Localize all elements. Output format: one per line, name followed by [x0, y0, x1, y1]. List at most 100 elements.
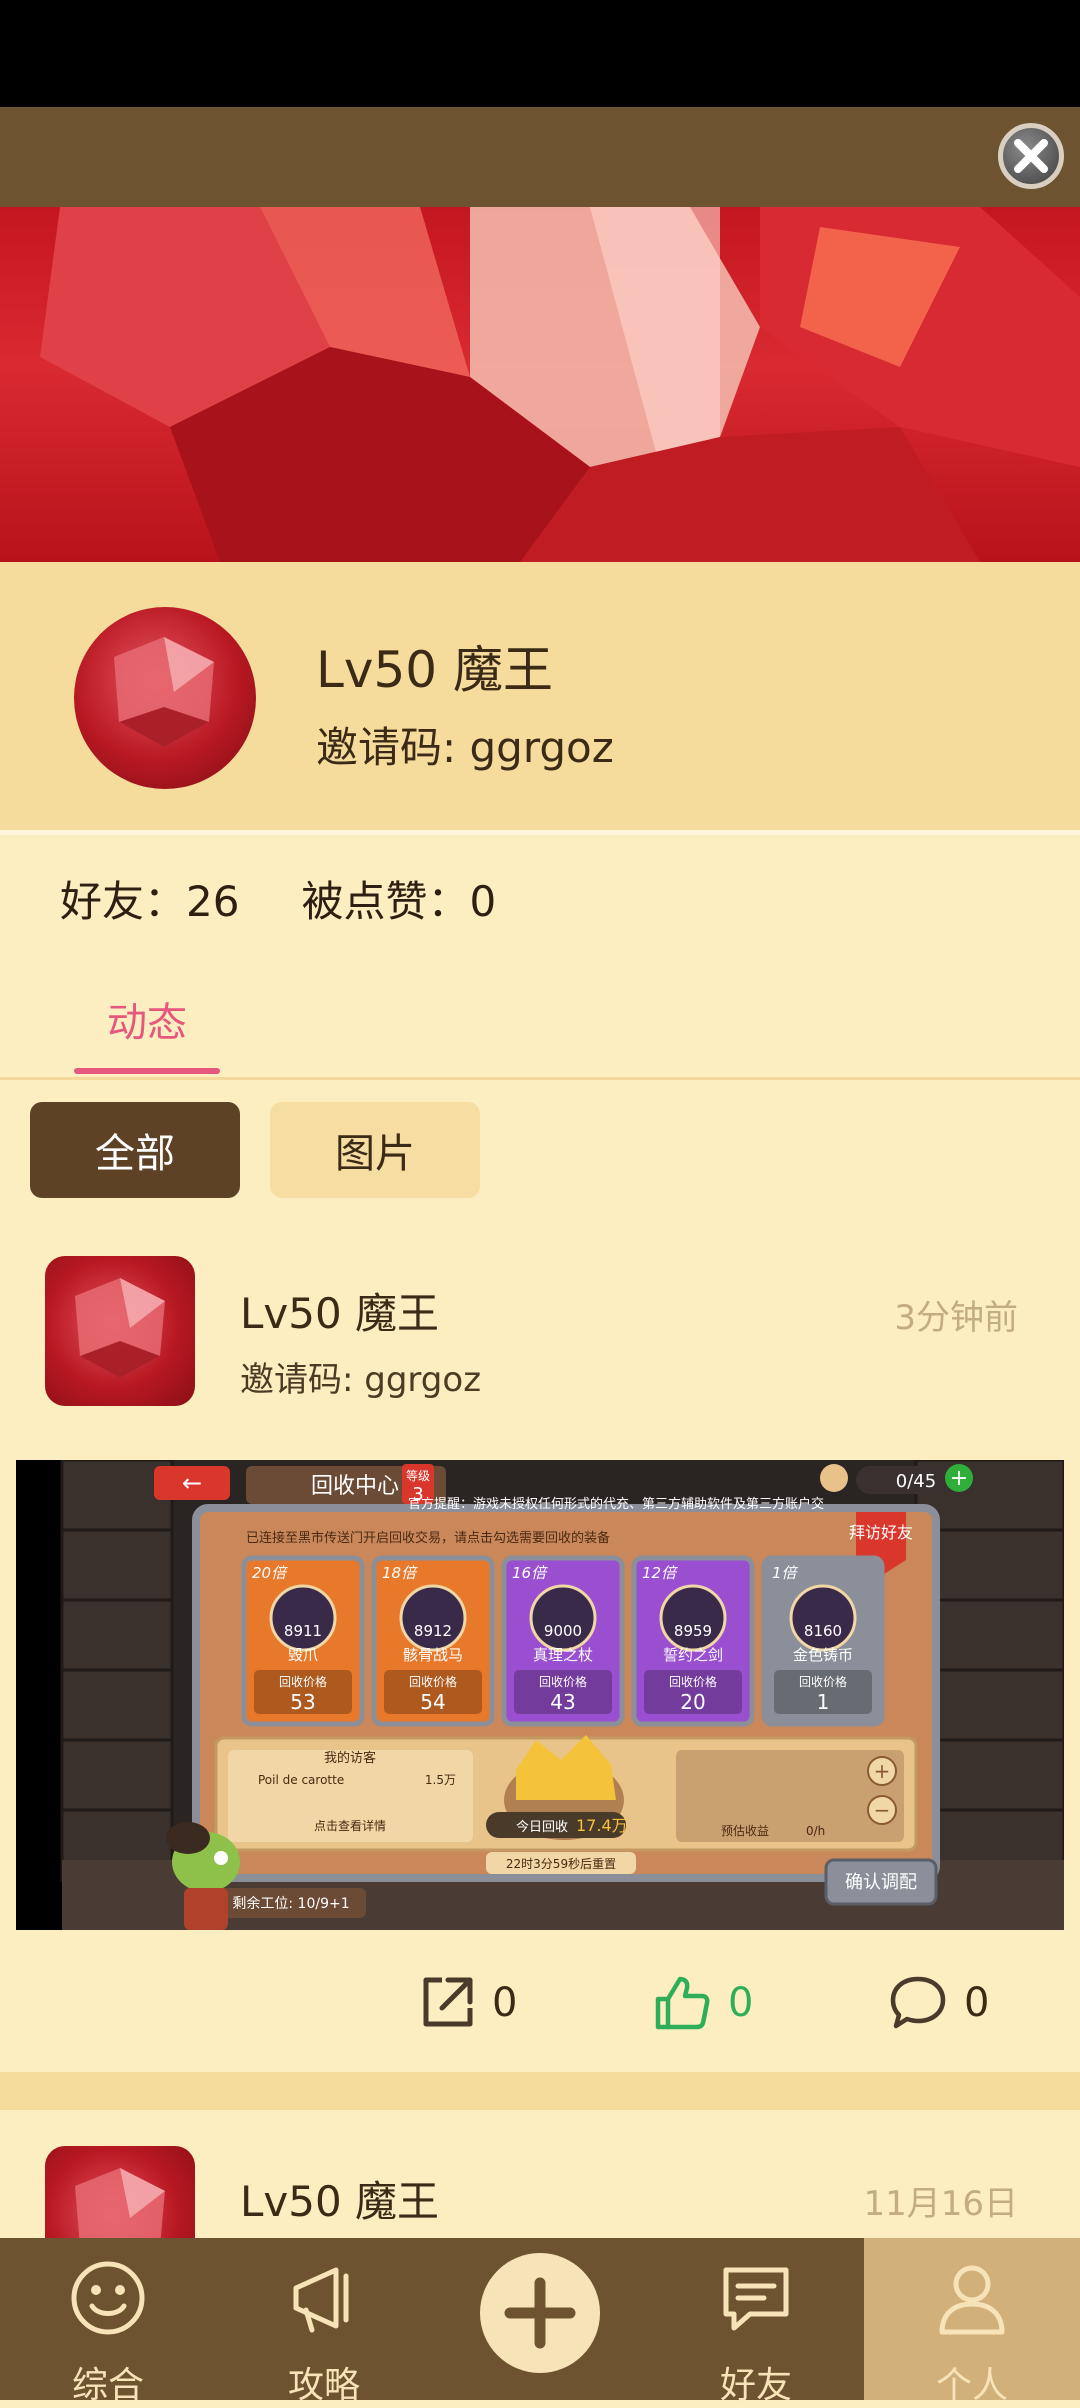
profile-stats: 好友：26 被点赞：0 [60, 868, 496, 929]
svg-text:回收中心: 回收中心 [311, 1474, 399, 1499]
svg-text:9000: 9000 [544, 1622, 582, 1640]
svg-text:54: 54 [420, 1690, 445, 1714]
banner-gem-art [40, 207, 1080, 562]
svg-text:22时3分59秒后重置: 22时3分59秒后重置 [506, 1857, 616, 1871]
svg-text:1倍: 1倍 [772, 1564, 799, 1582]
avatar[interactable] [74, 607, 256, 789]
like-count: 0 [728, 1980, 754, 2026]
svg-text:毁爪: 毁爪 [288, 1646, 318, 1664]
tab-label: 动态 [107, 1000, 187, 1046]
svg-text:誓约之剑: 誓约之剑 [663, 1646, 723, 1664]
svg-text:回收价格: 回收价格 [799, 1674, 847, 1689]
nav-guides[interactable]: 攻略 [216, 2238, 432, 2406]
svg-text:今日回收: 今日回收 [516, 1819, 568, 1835]
recycle-card[interactable]: 20倍 8911 毁爪回收价格53 [241, 1555, 365, 1727]
post-time: 11月16日 [863, 2184, 1018, 2224]
svg-text:已连接至黑市传送门开启回收交易，请点击勾选需要回收的装备: 已连接至黑市传送门开启回收交易，请点击勾选需要回收的装备 [246, 1530, 610, 1546]
svg-text:Poil de carotte: Poil de carotte [258, 1773, 344, 1787]
svg-text:8912: 8912 [414, 1622, 452, 1640]
post-author: Lv50 魔王 [240, 1289, 440, 1338]
filter-pictures-button[interactable]: 图片 [270, 1102, 480, 1198]
nav-label: 好友 [719, 2365, 792, 2406]
filter-all-button[interactable]: 全部 [30, 1102, 240, 1198]
svg-text:真理之杖: 真理之杖 [533, 1646, 593, 1664]
profile-name: Lv50 魔王 [316, 641, 553, 699]
svg-text:回收价格: 回收价格 [669, 1674, 717, 1689]
svg-text:骸骨战马: 骸骨战马 [403, 1646, 463, 1664]
invite-code[interactable]: 邀请码: ggrgoz [316, 714, 614, 775]
post-author: Lv50 魔王 [240, 2177, 440, 2226]
gem-avatar-icon [75, 1278, 165, 1378]
svg-text:16倍: 16倍 [512, 1564, 548, 1582]
svg-text:←: ← [182, 1469, 202, 1497]
svg-text:20: 20 [680, 1690, 705, 1714]
recycle-cards: 20倍8911毁爪回收价格5318倍8912骸骨战马回收价格5416倍9000真… [241, 1555, 885, 1727]
top-bar [0, 107, 1080, 207]
svg-text:43: 43 [550, 1690, 575, 1714]
nav-general[interactable]: 综合 [0, 2238, 216, 2406]
svg-text:1.5万: 1.5万 [425, 1773, 456, 1787]
comment-count: 0 [964, 1980, 990, 2026]
post-time: 3分钟前 [894, 1298, 1018, 1338]
svg-text:0/45: 0/45 [896, 1471, 936, 1492]
nav-label: 攻略 [287, 2365, 360, 2406]
post-avatar[interactable] [45, 1256, 195, 1406]
svg-text:等级: 等级 [406, 1469, 430, 1483]
recycle-card[interactable]: 16倍 9000 真理之杖回收价格43 [501, 1555, 625, 1727]
svg-text:18倍: 18倍 [382, 1564, 418, 1582]
gem-avatar-icon [114, 637, 214, 747]
divider [0, 830, 1080, 835]
game-screenshot: ← 回收中心 等级 3 官方提醒：游戏未授权任何形式的代充、第三方辅助软件及第三… [16, 1460, 1064, 1930]
tab-moments[interactable]: 动态 [74, 990, 220, 1074]
nav-label: 综合 [71, 2365, 144, 2406]
svg-text:12倍: 12倍 [642, 1564, 678, 1582]
nav-profile[interactable]: 个人 [864, 2238, 1080, 2406]
svg-text:−: − [874, 1798, 891, 1822]
nav-label: 个人 [935, 2365, 1008, 2406]
nav-friends[interactable]: 好友 [648, 2238, 864, 2406]
post-invite-code: 邀请码: ggrgoz [240, 1360, 482, 1400]
megaphone-icon [293, 2267, 349, 2333]
svg-text:53: 53 [290, 1690, 315, 1714]
status-bar [0, 0, 1080, 107]
chat-icon [723, 2267, 789, 2331]
bottom-nav: 综合 攻略 好友 个人 [0, 2238, 1080, 2406]
svg-text:1: 1 [817, 1690, 830, 1714]
recycle-card[interactable]: 18倍 8912 骸骨战马回收价格54 [371, 1555, 495, 1727]
close-button[interactable] [998, 123, 1064, 189]
friends-count[interactable]: 好友：26 [60, 868, 239, 929]
svg-text:8911: 8911 [284, 1622, 322, 1640]
svg-text:+: + [950, 1466, 968, 1491]
post-image[interactable]: ← 回收中心 等级 3 官方提醒：游戏未授权任何形式的代充、第三方辅助软件及第三… [16, 1460, 1064, 1930]
post-divider [0, 2072, 1080, 2110]
svg-text:17.4万: 17.4万 [576, 1816, 628, 1835]
svg-text:确认调配: 确认调配 [845, 1872, 917, 1893]
svg-text:+: + [874, 1759, 891, 1783]
tab-indicator [74, 1068, 220, 1074]
svg-text:预估收益: 预估收益 [721, 1824, 769, 1838]
share-count: 0 [492, 1980, 518, 2026]
svg-text:官方提醒：游戏未授权任何形式的代充、第三方辅助软件及第三方账: 官方提醒：游戏未授权任何形式的代充、第三方辅助软件及第三方账户交 [408, 1496, 824, 1512]
svg-text:8959: 8959 [674, 1622, 712, 1640]
svg-text:回收价格: 回收价格 [539, 1674, 587, 1689]
thumbs-up-icon [655, 1976, 710, 2030]
svg-text:金色铸币: 金色铸币 [793, 1646, 853, 1664]
comment-action[interactable]: 0 [888, 1968, 989, 2038]
svg-text:我的访客: 我的访客 [324, 1750, 376, 1766]
person-icon [939, 2265, 1005, 2335]
likes-count: 被点赞：0 [301, 877, 497, 926]
like-action[interactable]: 0 [652, 1968, 753, 2038]
svg-text:拜访好友: 拜访好友 [849, 1523, 913, 1542]
divider [0, 1077, 1080, 1080]
close-icon [1014, 139, 1048, 173]
nav-add-button[interactable] [480, 2253, 600, 2373]
share-icon [423, 1977, 473, 2027]
svg-text:回收价格: 回收价格 [409, 1674, 457, 1689]
smile-icon [71, 2261, 145, 2335]
share-action[interactable]: 0 [418, 1968, 517, 2038]
plus-icon [504, 2277, 576, 2349]
recycle-card[interactable]: 1倍 8160 金色铸币回收价格1 [761, 1555, 885, 1727]
recycle-card[interactable]: 12倍 8959 誓约之剑回收价格20 [631, 1555, 755, 1727]
svg-text:回收价格: 回收价格 [279, 1674, 327, 1689]
profile-banner [0, 207, 1080, 562]
